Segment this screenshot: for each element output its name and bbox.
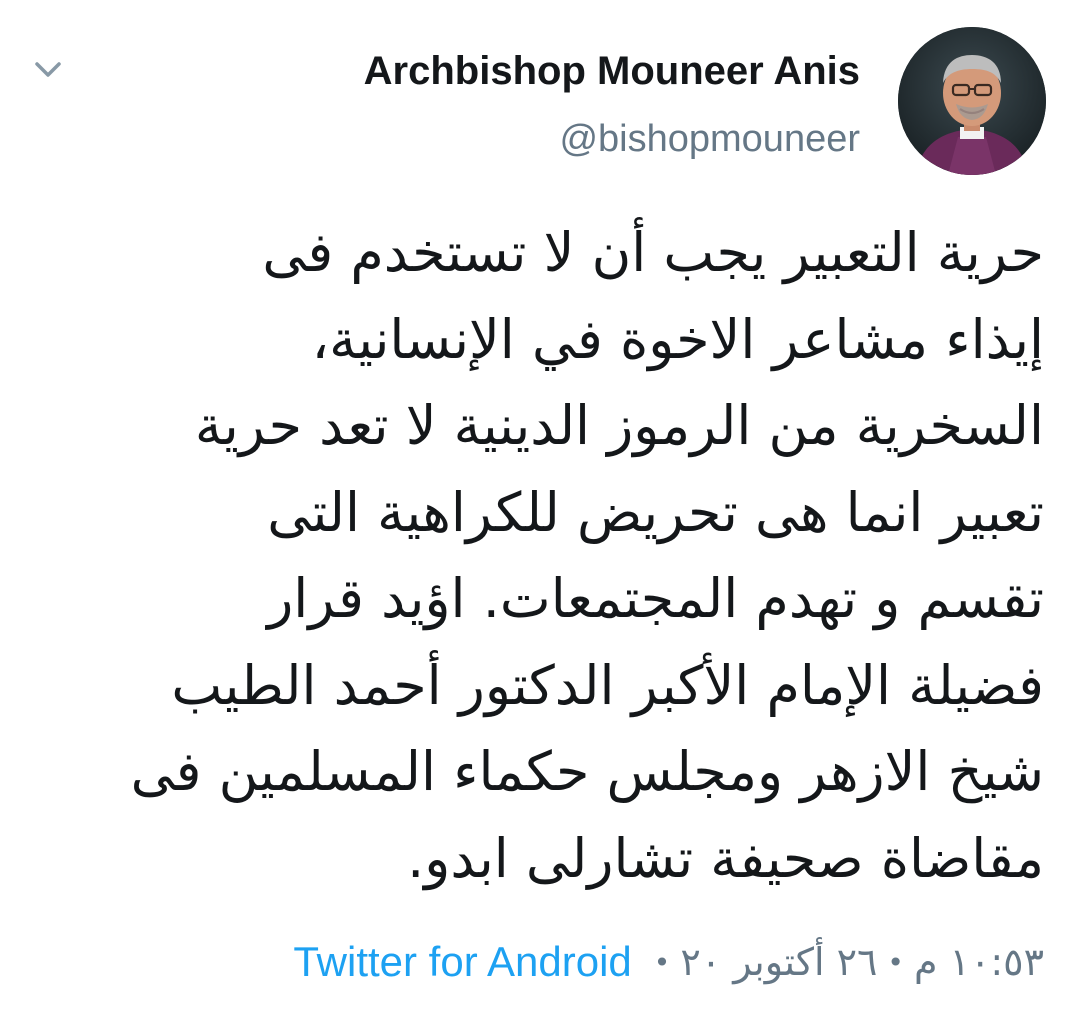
tweet-time: ١٠:٥٣ م	[913, 940, 1044, 984]
tweet-text-line: مقاضاة صحيفة تشارلى ابدو.	[407, 826, 1044, 890]
tweet-text-line: تعبير انما هى تحريض للكراهية التى	[267, 480, 1044, 544]
author-display-name[interactable]: Archbishop Mouneer Anis	[364, 40, 860, 102]
chevron-down-icon[interactable]	[30, 58, 66, 82]
tweet-text-line: فضيلة الإمام الأكبر الدكتور أحمد الطيب	[171, 653, 1044, 717]
tweet-meta: Twitter for Android • ٢٦ أكتوبر ٢٠ • ١٠:…	[293, 930, 1044, 994]
tweet-text-line: حرية التعبير يجب أن لا تستخدم فى	[262, 221, 1044, 284]
meta-separator: •	[887, 945, 904, 979]
meta-separator: •	[653, 945, 671, 979]
tweet-date: ٢٦ أكتوبر ٢٠	[680, 940, 878, 984]
tweet-text-line: إيذاء مشاعر الاخوة في الإنسانية،	[311, 307, 1044, 371]
tweet-text-line: شيخ الازهر ومجلس حكماء المسلمين فى	[130, 740, 1044, 803]
tweet-card: Archbishop Mouneer Anis @bishopmouneer ح…	[0, 0, 1080, 1025]
author-handle[interactable]: @bishopmouneer	[364, 108, 860, 170]
tweet-source-link[interactable]: Twitter for Android	[293, 938, 631, 986]
tweet-text-line: السخرية من الرموز الدينية لا تعد حرية	[194, 394, 1044, 457]
tweet-text: حرية التعبير يجب أن لا تستخدم فى إيذاء م…	[34, 210, 1044, 902]
author-header: Archbishop Mouneer Anis @bishopmouneer	[364, 40, 860, 170]
avatar[interactable]	[898, 27, 1046, 175]
tweet-text-line: تقسم و تهدم المجتمعات. اؤيد قرار	[267, 567, 1044, 630]
